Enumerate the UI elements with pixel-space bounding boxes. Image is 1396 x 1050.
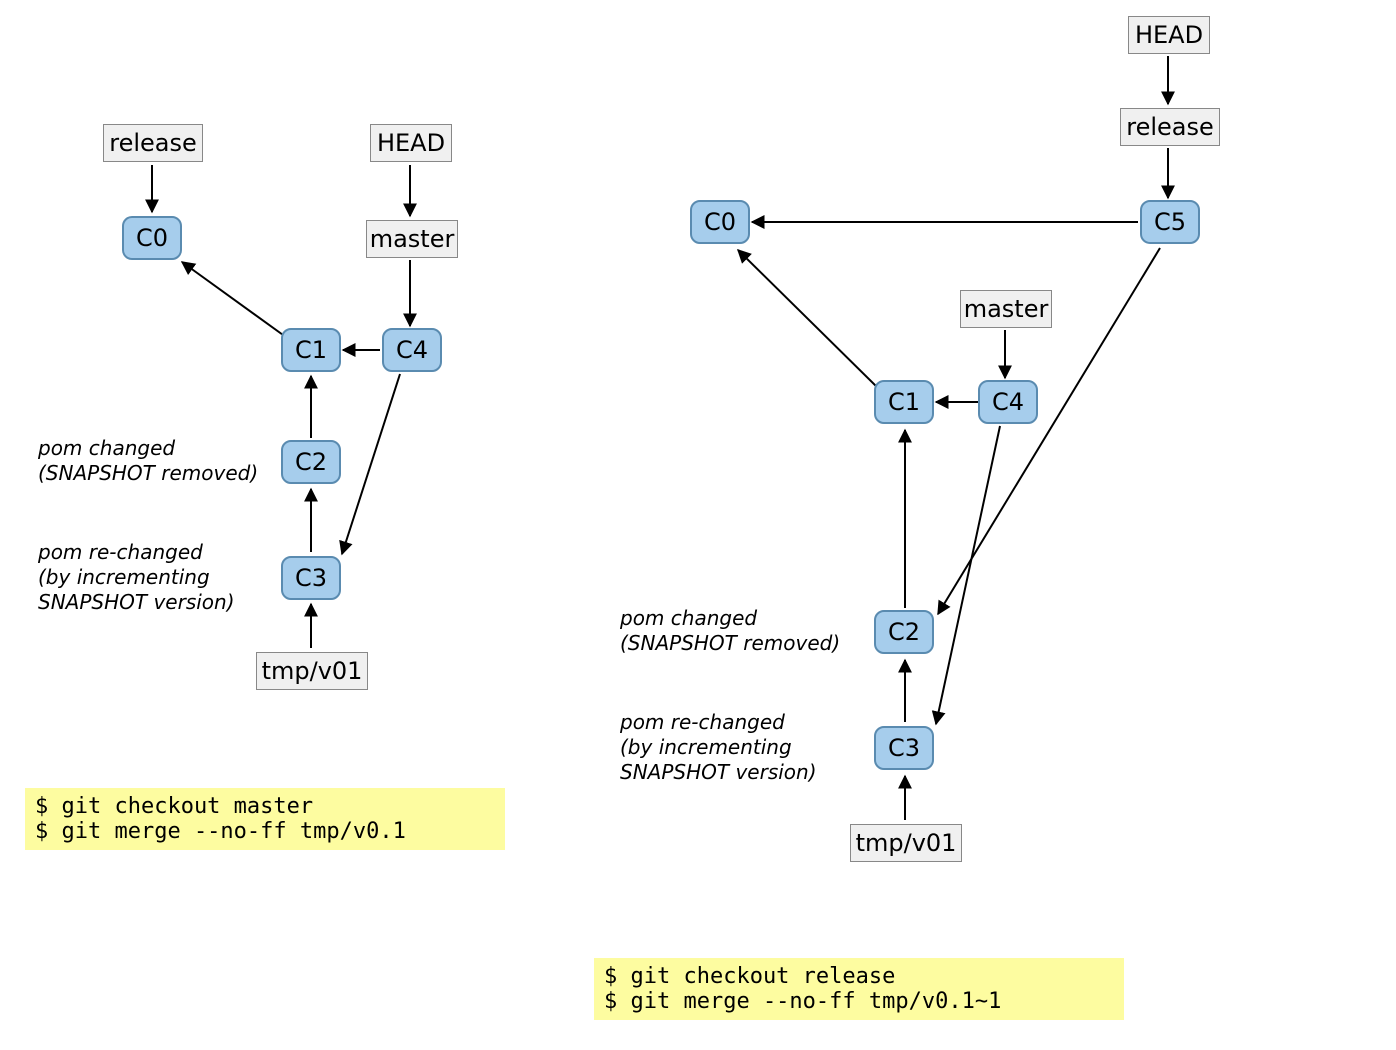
annotation-c3-left: pom re-changed (by incrementing SNAPSHOT… [38, 540, 235, 615]
commit-c4-left: C4 [382, 328, 442, 372]
annotation-c2-right: pom changed (SNAPSHOT removed) [620, 606, 840, 656]
commit-c5-right: C5 [1140, 200, 1200, 244]
command-box-right: $ git checkout release $ git merge --no-… [594, 958, 1124, 1020]
ref-master-left: master [366, 220, 458, 258]
ref-tmp-right: tmp/v01 [850, 824, 962, 862]
edges-layer [0, 0, 1396, 1050]
commit-c3-left: C3 [281, 556, 341, 600]
ref-master-right: master [960, 290, 1052, 328]
ref-release-left: release [103, 124, 203, 162]
commit-c0-right: C0 [690, 200, 750, 244]
ref-tmp-left: tmp/v01 [256, 652, 368, 690]
commit-c2-right: C2 [874, 610, 934, 654]
ref-release-right: release [1120, 108, 1220, 146]
commit-c2-left: C2 [281, 440, 341, 484]
commit-c1-left: C1 [281, 328, 341, 372]
ref-head-right: HEAD [1128, 16, 1210, 54]
diagram-canvas: release HEAD master tmp/v01 C0 C1 C2 C3 … [0, 0, 1396, 1050]
commit-c1-right: C1 [874, 380, 934, 424]
ref-head-left: HEAD [370, 124, 452, 162]
command-box-left: $ git checkout master $ git merge --no-f… [25, 788, 505, 850]
annotation-c3-right: pom re-changed (by incrementing SNAPSHOT… [620, 710, 817, 785]
commit-c4-right: C4 [978, 380, 1038, 424]
annotation-c2-left: pom changed (SNAPSHOT removed) [38, 436, 258, 486]
commit-c0-left: C0 [122, 216, 182, 260]
commit-c3-right: C3 [874, 726, 934, 770]
